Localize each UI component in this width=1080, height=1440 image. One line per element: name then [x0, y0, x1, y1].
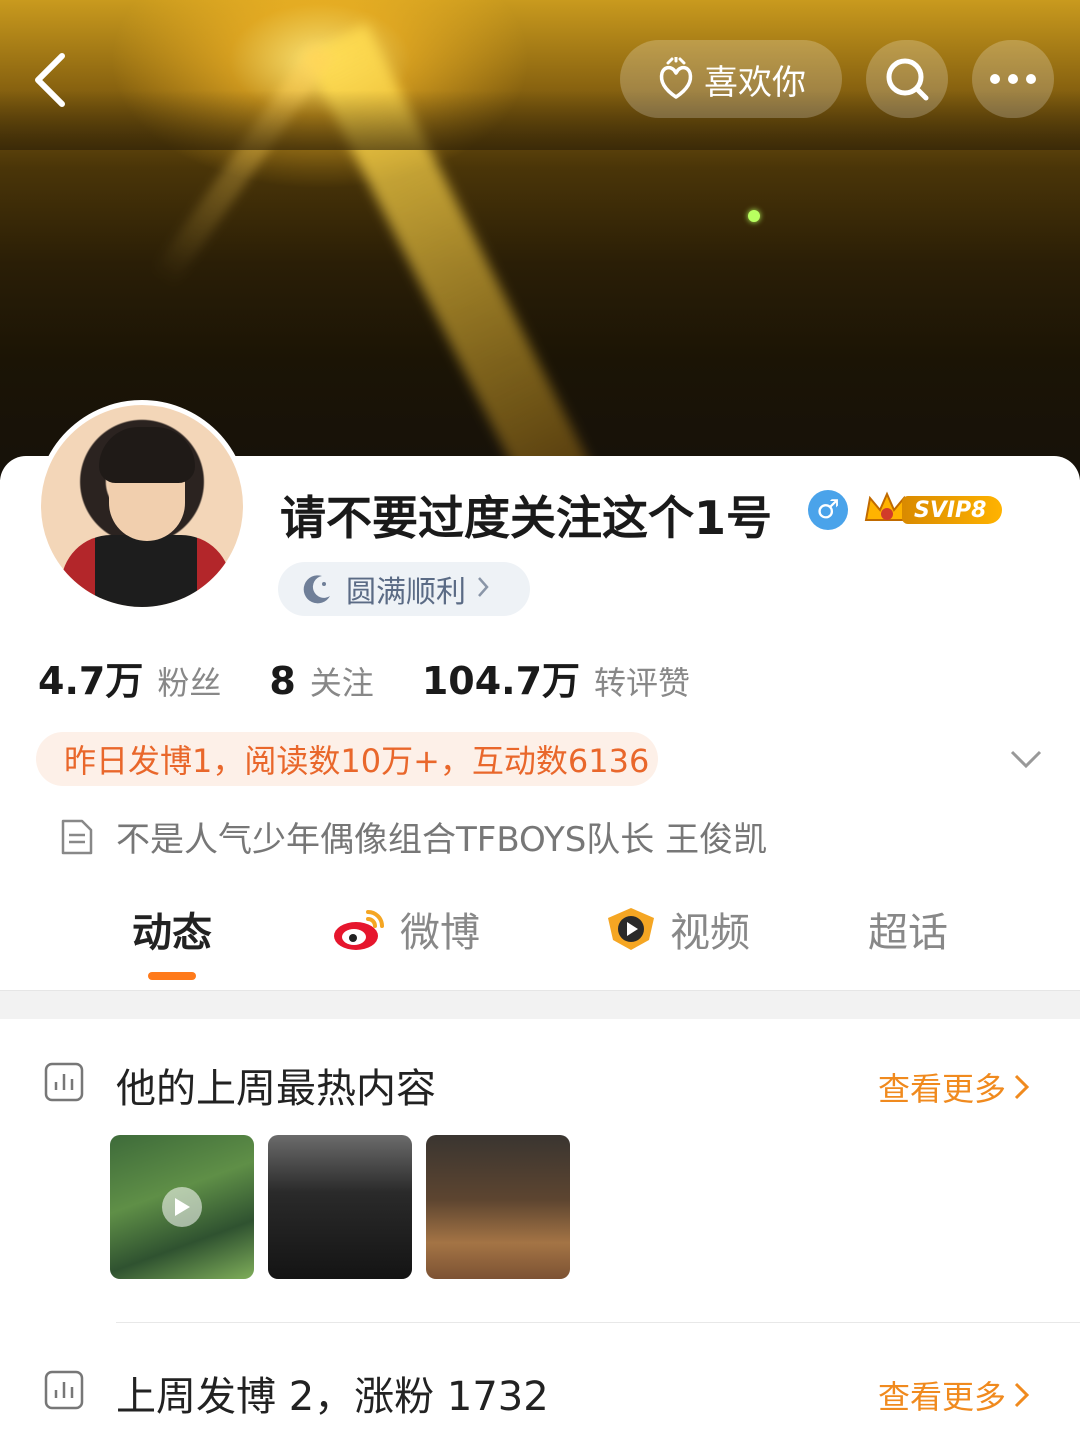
weibo-icon	[334, 910, 384, 950]
see-more-label: 查看更多	[878, 1378, 1007, 1416]
profile-name: 请不要过度关注这个1号	[280, 491, 773, 545]
see-more-label: 查看更多	[878, 1070, 1007, 1108]
row-divider	[116, 1322, 1080, 1323]
thumbnail-image[interactable]	[268, 1135, 412, 1279]
bio-text: 不是人气少年偶像组合TFBOYS队长 王俊凯	[116, 820, 768, 860]
tab-weibo[interactable]: 微博	[332, 900, 480, 958]
status-label: 圆满顺利	[346, 575, 466, 610]
tab-label: 微博	[400, 910, 480, 956]
thumbnail-video[interactable]	[110, 1135, 254, 1279]
status-pill[interactable]: 圆满顺利	[278, 562, 530, 616]
chevron-left-icon	[35, 53, 65, 107]
sun-ray-secondary	[151, 42, 334, 287]
chevron-right-icon	[1014, 1382, 1030, 1408]
like-button[interactable]: 喜欢你	[620, 40, 842, 118]
interactions-count: 104.7万	[421, 659, 581, 703]
more-dots-icon	[990, 74, 1036, 84]
tab-label: 视频	[670, 910, 750, 956]
bar-chart-icon	[44, 1062, 84, 1102]
search-icon	[886, 58, 929, 101]
following-label[interactable]: 关注	[310, 658, 374, 704]
chevron-down-icon	[1010, 750, 1042, 769]
section-divider	[0, 990, 1080, 1019]
male-icon: ♂	[808, 490, 848, 530]
search-button[interactable]	[866, 40, 948, 118]
avatar-body	[61, 535, 231, 607]
svip-badge[interactable]: SVIP8	[862, 490, 1008, 530]
avatar-hair	[99, 427, 195, 483]
svip-label: SVIP8	[902, 496, 1002, 524]
more-button[interactable]	[972, 40, 1054, 118]
section-title: 上周发博 2，涨粉 1732	[116, 1374, 549, 1420]
tab-label: 动态	[132, 910, 212, 956]
moon-icon	[303, 575, 330, 604]
interactions-label: 转评赞	[594, 664, 691, 702]
activity-notice[interactable]: 昨日发博1，阅读数10万+，互动数6136	[36, 732, 658, 786]
like-label: 喜欢你	[704, 62, 806, 103]
document-icon	[61, 819, 93, 854]
back-button[interactable]	[30, 50, 74, 110]
expand-button[interactable]	[1008, 740, 1044, 776]
section-title: 他的上周最热内容	[116, 1066, 436, 1112]
bio-row[interactable]: 不是人气少年偶像组合TFBOYS队长 王俊凯	[60, 812, 767, 861]
chevron-right-icon	[1014, 1074, 1030, 1100]
see-more-link[interactable]: 查看更多	[878, 1372, 1032, 1418]
avatar[interactable]	[36, 400, 248, 612]
tab-label: 超话	[868, 910, 948, 956]
following-count[interactable]: 8	[269, 659, 295, 703]
see-more-link[interactable]: 查看更多	[878, 1064, 1032, 1110]
stats-row: 4.7万 粉丝 8 关注 104.7万 转评赞	[38, 650, 738, 705]
chevron-right-icon	[476, 572, 490, 607]
tab-active-indicator	[148, 972, 196, 980]
play-icon	[162, 1187, 202, 1227]
thumbnail-image[interactable]	[426, 1135, 570, 1279]
tab-super-topic[interactable]: 超话	[868, 900, 948, 958]
bar-chart-icon	[44, 1370, 84, 1410]
tab-video[interactable]: 视频	[604, 900, 750, 958]
lens-flare-dot	[748, 210, 760, 222]
video-icon	[608, 908, 654, 950]
fans-count[interactable]: 4.7万	[38, 650, 143, 705]
fans-label[interactable]: 粉丝	[157, 658, 221, 704]
hand-heart-icon	[659, 57, 693, 99]
tab-dynamics[interactable]: 动态	[132, 900, 212, 958]
